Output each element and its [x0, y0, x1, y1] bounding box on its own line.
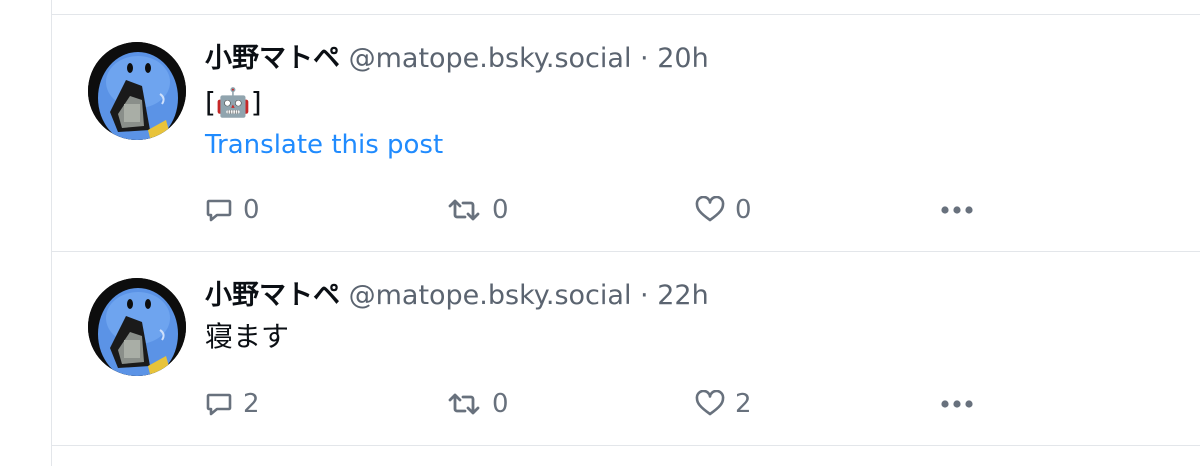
post-item[interactable]: 小野マトペ @matope.bsky.social · 20h [🤖] Tran… [52, 15, 1200, 251]
post-time[interactable]: 20h [657, 43, 708, 74]
post-header: 小野マトペ @matope.bsky.social · 20h [205, 42, 709, 76]
repost-count: 0 [492, 195, 509, 225]
more-options-button[interactable] [940, 202, 974, 221]
post-time[interactable]: 22h [657, 280, 708, 311]
repost-button[interactable]: 0 [446, 195, 509, 225]
handle[interactable]: @matope.bsky.social [349, 43, 632, 74]
feed: 小野マトペ @matope.bsky.social · 20h [🤖] Tran… [51, 0, 1200, 466]
post-item[interactable]: 小野マトペ @matope.bsky.social · 22h 寝ます 2 0 [52, 252, 1200, 445]
ellipsis-icon [940, 396, 974, 415]
like-button[interactable]: 2 [695, 389, 752, 419]
post-header: 小野マトペ @matope.bsky.social · 22h [205, 279, 709, 313]
repost-count: 0 [492, 389, 509, 419]
reply-icon [205, 390, 233, 418]
reply-button[interactable]: 0 [205, 195, 260, 225]
heart-icon [695, 196, 725, 224]
separator-dot: · [640, 43, 649, 74]
like-count: 0 [735, 195, 752, 225]
separator-dot: · [640, 280, 649, 311]
like-count: 2 [735, 389, 752, 419]
repost-icon [446, 390, 482, 418]
post-text: 寝ます [205, 320, 290, 353]
more-options-button[interactable] [940, 396, 974, 415]
avatar-image [88, 278, 186, 376]
translate-link[interactable]: Translate this post [205, 129, 443, 161]
avatar[interactable] [88, 42, 186, 140]
heart-icon [695, 390, 725, 418]
reply-count: 0 [243, 195, 260, 225]
repost-icon [446, 196, 482, 224]
post-text: [🤖] [205, 86, 262, 119]
like-button[interactable]: 0 [695, 195, 752, 225]
reply-button[interactable]: 2 [205, 389, 260, 419]
display-name[interactable]: 小野マトペ [205, 43, 340, 74]
avatar-image [88, 42, 186, 140]
repost-button[interactable]: 0 [446, 389, 509, 419]
handle[interactable]: @matope.bsky.social [349, 280, 632, 311]
reply-icon [205, 196, 233, 224]
reply-count: 2 [243, 389, 260, 419]
display-name[interactable]: 小野マトペ [205, 280, 340, 311]
divider [52, 445, 1200, 446]
avatar[interactable] [88, 278, 186, 376]
ellipsis-icon [940, 202, 974, 221]
